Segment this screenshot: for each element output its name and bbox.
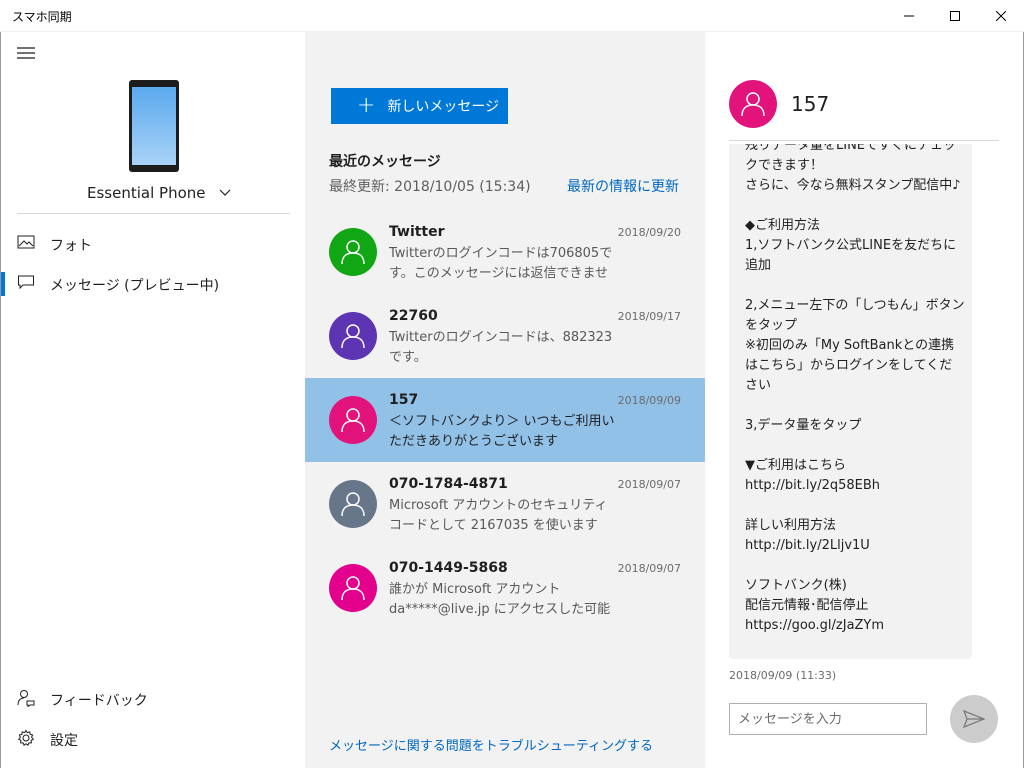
photo-icon [17, 234, 37, 254]
conversation-divider [729, 140, 999, 141]
message-date: 2018/09/09 [617, 394, 681, 407]
last-updated-text: 最終更新: 2018/10/05 (15:34) [329, 179, 531, 195]
hamburger-icon [17, 47, 35, 59]
phone-illustration [129, 80, 179, 176]
title-bar: スマホ同期 [0, 0, 1024, 32]
message-bubble: 残りデータ量をLINEですぐにチェックできます！ さらに、今なら無料スタンプ配信… [729, 144, 972, 659]
minimize-button[interactable] [886, 0, 932, 32]
nav-divider [17, 213, 290, 214]
nav-item-label: フィードバック [50, 693, 148, 709]
send-icon [963, 710, 985, 728]
new-message-button[interactable]: + 新しいメッセージ [331, 88, 508, 124]
refresh-link[interactable]: 最新の情報に更新 [567, 176, 679, 196]
nav-item-settings[interactable]: 設定 [1, 719, 306, 759]
minimize-icon [904, 15, 914, 17]
contact-avatar [329, 564, 377, 612]
new-message-label: 新しいメッセージ [387, 99, 500, 115]
contact-avatar [329, 480, 377, 528]
conversation-row[interactable]: 22760 2018/09/17 Twitterのログインコードは、882323… [305, 294, 705, 378]
person-icon [341, 240, 365, 265]
nav-item-label: メッセージ (プレビュー中) [50, 278, 220, 294]
person-icon [341, 324, 365, 349]
contact-name: 070-1449-5868 [389, 560, 508, 576]
maximize-button[interactable] [932, 0, 978, 32]
device-name: Essential Phone [87, 184, 206, 202]
recent-messages-title: 最近のメッセージ [329, 154, 441, 170]
contact-name: 070-1784-4871 [389, 476, 508, 492]
contact-name: Twitter [389, 224, 445, 240]
hamburger-menu-button[interactable] [17, 46, 37, 62]
person-icon [341, 576, 365, 601]
person-icon [741, 92, 765, 117]
conversation-title: 157 [791, 92, 830, 116]
maximize-icon [950, 11, 960, 21]
contact-avatar [329, 396, 377, 444]
left-navigation: Essential Phone フォト メッセージ (プレビュー中) フィードバ… [0, 32, 305, 768]
message-icon [17, 274, 37, 294]
device-selector[interactable]: Essential Phone [87, 184, 231, 202]
contact-avatar [329, 228, 377, 276]
close-button[interactable] [978, 0, 1024, 32]
troubleshoot-link[interactable]: メッセージに関する問題をトラブルシューティングする [329, 735, 653, 754]
conversation-list: Twitter 2018/09/20 Twitterのログインコードは70680… [305, 210, 705, 630]
contact-avatar [329, 312, 377, 360]
message-preview: Twitterのログインコードは706805です。このメッセージには返信できませ… [389, 246, 613, 281]
contact-name: 157 [389, 392, 419, 408]
chevron-down-icon [220, 189, 231, 196]
conversation-row-selected[interactable]: 157 2018/09/09 ＜ソフトバンクより＞ いつもご利用いただきありがと… [305, 378, 705, 462]
gear-icon [17, 729, 37, 749]
window-title: スマホ同期 [12, 10, 72, 24]
conversation-pane: 157 残りデータ量をLINEですぐにチェックできます！ さらに、今なら無料スタ… [705, 32, 1024, 768]
contact-name: 22760 [389, 308, 438, 324]
message-preview: Microsoft アカウントのセキュリティ コードとして 2167035 を使… [389, 498, 608, 533]
contact-avatar [729, 80, 777, 128]
conversation-row[interactable]: 070-1784-4871 2018/09/07 Microsoft アカウント… [305, 462, 705, 546]
nav-item-label: フォト [50, 238, 92, 254]
message-preview: ＜ソフトバンクより＞ いつもご利用いただきありがとうございます [389, 414, 615, 449]
message-preview: 誰かが Microsoft アカウント da*****@live.jp にアクセ… [389, 582, 611, 617]
close-icon [996, 11, 1006, 21]
conversation-row[interactable]: Twitter 2018/09/20 Twitterのログインコードは70680… [305, 210, 705, 294]
nav-item-feedback[interactable]: フィードバック [1, 679, 306, 719]
send-button[interactable] [950, 695, 998, 743]
person-icon [341, 492, 365, 517]
message-date: 2018/09/07 [617, 478, 681, 491]
person-icon [341, 408, 365, 433]
selection-indicator [1, 272, 5, 296]
message-date: 2018/09/20 [617, 226, 681, 239]
nav-item-photos[interactable]: フォト [1, 224, 306, 264]
message-date: 2018/09/07 [617, 562, 681, 575]
message-compose-input[interactable] [729, 703, 927, 735]
messages-panel: + 新しいメッセージ 最近のメッセージ 最終更新: 2018/10/05 (15… [305, 32, 705, 768]
conversation-row[interactable]: 070-1449-5868 2018/09/07 誰かが Microsoft ア… [305, 546, 705, 630]
message-preview: Twitterのログインコードは、882323です。 [389, 330, 613, 365]
nav-item-messages[interactable]: メッセージ (プレビュー中) [1, 264, 306, 304]
message-date: 2018/09/17 [617, 310, 681, 323]
plus-icon: + [357, 93, 376, 118]
nav-item-label: 設定 [50, 733, 78, 749]
message-text: 残りデータ量をLINEですぐにチェックできます！ さらに、今なら無料スタンプ配信… [745, 144, 965, 633]
feedback-icon [17, 689, 37, 709]
message-timestamp: 2018/09/09 (11:33) [729, 669, 837, 682]
